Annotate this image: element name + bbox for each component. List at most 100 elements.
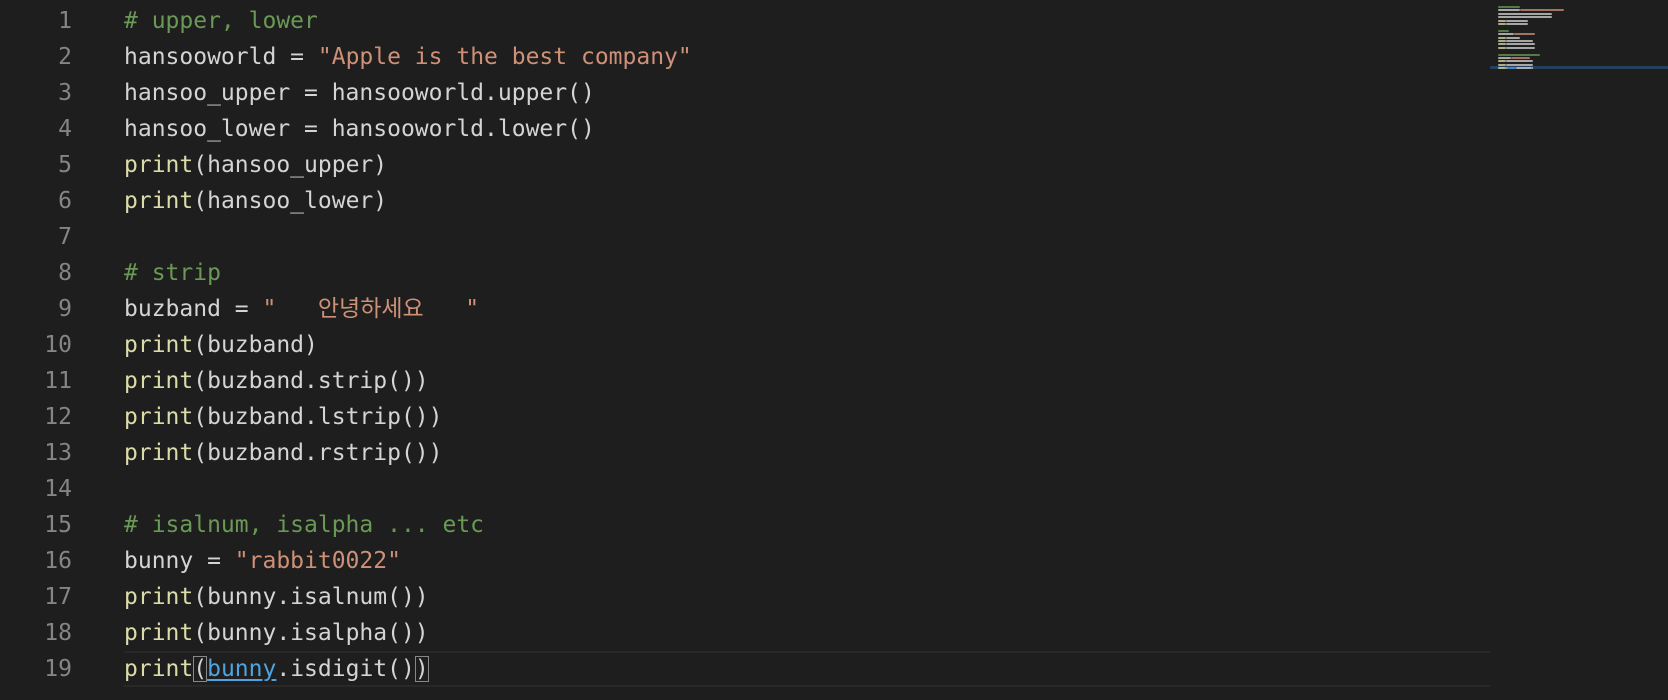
minimap-token — [1506, 23, 1529, 25]
code-token-fn: print — [124, 656, 194, 682]
code-token-bracket: ) — [414, 656, 429, 682]
line-number: 13 — [44, 440, 72, 466]
minimap[interactable] — [1490, 0, 1668, 700]
line-number: 8 — [58, 260, 72, 286]
code-line[interactable]: print(bunny.isalnum()) — [124, 579, 1490, 615]
line-number: 7 — [58, 224, 72, 250]
line-number: 19 — [44, 656, 72, 682]
minimap-token — [1506, 36, 1521, 39]
minimap-token — [1498, 6, 1521, 8]
code-token-comment: # strip — [124, 260, 221, 286]
minimap-token — [1506, 63, 1534, 66]
code-token-plain: (hansoo_lower) — [193, 188, 388, 214]
code-token-hl: bunny — [207, 656, 277, 682]
minimap-token — [1498, 46, 1506, 49]
line-number: 14 — [44, 476, 72, 502]
line-number: 3 — [58, 80, 72, 106]
line-number: 10 — [44, 332, 72, 358]
line-number: 15 — [44, 512, 72, 538]
line-number: 16 — [44, 548, 72, 574]
code-token-plain: .isdigit() — [276, 656, 415, 682]
code-area[interactable]: # upper, lower hansooworld = "Apple is th… — [124, 3, 1490, 687]
code-token-fn: print — [124, 152, 194, 178]
minimap-token — [1515, 67, 1532, 70]
minimap-token — [1498, 23, 1506, 25]
code-line[interactable]: hansooworld = "Apple is the best company… — [124, 39, 1490, 75]
code-token-fn: print — [124, 188, 194, 214]
code-token-comment: # upper, lower — [124, 8, 318, 34]
minimap-token — [1506, 43, 1535, 46]
minimap-token — [1498, 43, 1506, 46]
code-line[interactable]: # upper, lower — [124, 3, 1490, 39]
code-token-plain: hansoo_lower = hansooworld.lower() — [124, 116, 595, 142]
code-line[interactable]: # isalnum, isalpha ... etc — [124, 507, 1490, 543]
minimap-token — [1498, 36, 1506, 39]
code-token-plain: buzband = — [124, 296, 263, 322]
code-line[interactable]: buzband = " 안녕하세요 " — [124, 291, 1490, 327]
code-token-fn: print — [124, 584, 194, 610]
minimap-token — [1506, 19, 1529, 22]
line-number-gutter: 1 2 3 4 5 6 7 8 9 10 11 12 13 14 15 16 17 18 19 — [0, 3, 82, 687]
code-line[interactable]: hansoo_upper = hansooworld.upper() — [124, 75, 1490, 111]
minimap-token — [1498, 53, 1540, 56]
line-number: 17 — [44, 584, 72, 610]
minimap-token — [1498, 33, 1514, 36]
code-token-plain: hansoo_upper = hansooworld.upper() — [124, 80, 595, 106]
code-token-fn: print — [124, 440, 194, 466]
minimap-token — [1498, 67, 1506, 70]
minimap-token — [1498, 57, 1511, 59]
minimap-token — [1506, 40, 1534, 42]
code-line[interactable]: print(buzband.lstrip()) — [124, 399, 1490, 435]
code-line[interactable]: bunny = "rabbit0022" — [124, 543, 1490, 579]
code-line[interactable]: print(hansoo_upper) — [124, 147, 1490, 183]
code-line[interactable]: hansoo_lower = hansooworld.lower() — [124, 111, 1490, 147]
code-line[interactable] — [124, 219, 1490, 255]
code-editor[interactable]: 1 2 3 4 5 6 7 8 9 10 11 12 13 14 15 16 17 18 19 # upper, l… — [0, 0, 1668, 700]
code-line[interactable]: print(bunny.isalpha()) — [124, 615, 1490, 651]
minimap-token — [1498, 9, 1521, 12]
code-token-fn: print — [124, 368, 194, 394]
minimap-token — [1510, 57, 1530, 59]
line-number: 9 — [58, 296, 72, 322]
minimap-token — [1498, 63, 1506, 66]
line-number: 11 — [44, 368, 72, 394]
minimap-token — [1498, 19, 1506, 22]
line-number: 12 — [44, 404, 72, 430]
minimap-token — [1507, 67, 1516, 70]
minimap-token — [1520, 9, 1564, 12]
code-token-plain: hansooworld = — [124, 44, 318, 70]
line-number: 2 — [58, 44, 72, 70]
code-token-plain: (buzband.strip()) — [193, 368, 429, 394]
code-token-plain: (bunny.isalpha()) — [193, 620, 429, 646]
code-token-comment: # isalnum, isalpha ... etc — [124, 512, 485, 538]
code-token-string: "rabbit0022" — [234, 548, 401, 574]
minimap-token — [1506, 60, 1534, 63]
minimap-token — [1498, 40, 1506, 42]
minimap-token — [1498, 16, 1553, 19]
code-line[interactable]: print(hansoo_lower) — [124, 183, 1490, 219]
code-token-plain: (buzband.rstrip()) — [193, 440, 443, 466]
minimap-token — [1498, 29, 1510, 32]
minimap-token — [1514, 33, 1535, 36]
code-token-fn: print — [124, 620, 194, 646]
code-line[interactable]: print(buzband.rstrip()) — [124, 435, 1490, 471]
code-line[interactable]: print(bunny.isdigit()) — [124, 651, 1490, 687]
code-token-string: "Apple is the best company" — [317, 44, 692, 70]
code-line[interactable]: print(buzband) — [124, 327, 1490, 363]
line-number: 1 — [58, 8, 72, 34]
line-number: 4 — [58, 116, 72, 142]
code-token-plain: (bunny.isalnum()) — [193, 584, 429, 610]
line-number: 5 — [58, 152, 72, 178]
code-token-string: " 안녕하세요 " — [262, 296, 480, 322]
code-token-plain: bunny = — [124, 548, 235, 574]
code-token-plain: (buzband) — [193, 332, 318, 358]
code-line[interactable] — [124, 471, 1490, 507]
code-line[interactable]: # strip — [124, 255, 1490, 291]
line-number: 6 — [58, 188, 72, 214]
code-token-plain: (hansoo_upper) — [193, 152, 388, 178]
minimap-token — [1498, 12, 1553, 15]
code-token-fn: print — [124, 332, 194, 358]
code-line[interactable]: print(buzband.strip()) — [124, 363, 1490, 399]
code-token-bracket: ( — [193, 656, 208, 682]
code-token-plain: (buzband.lstrip()) — [193, 404, 443, 430]
